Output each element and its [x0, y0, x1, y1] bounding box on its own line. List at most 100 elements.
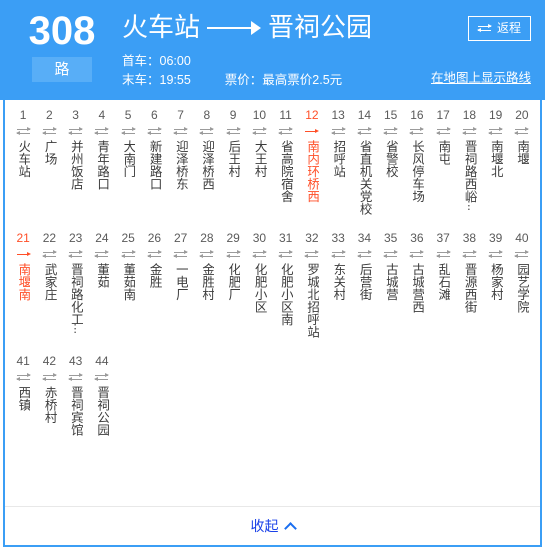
station-item[interactable]: 32 罗城北招呼站 [299, 229, 325, 338]
station-name-truncation-ellipsis: ⋮ [69, 322, 82, 335]
station-item[interactable]: 18 晋祠路西峪 ⋮ [456, 106, 482, 211]
bidirectional-arrow-icon [483, 124, 509, 138]
station-name: 新建路口 [147, 140, 162, 190]
bidirectional-arrow-icon [509, 124, 535, 138]
bidirectional-arrow-icon [273, 247, 299, 261]
station-item[interactable]: 35 古城营 [378, 229, 404, 301]
station-item[interactable]: 12 南内环桥西 [299, 106, 325, 203]
show-on-map-link[interactable]: 在地图上显示路线 [431, 70, 531, 86]
collapse-button[interactable]: 收起 [5, 506, 540, 545]
bidirectional-arrow-icon [63, 124, 89, 138]
station-item[interactable]: 37 乱石滩 [430, 229, 456, 301]
station-name: 晋祠宾馆 [68, 386, 83, 436]
station-item[interactable]: 21 南堰南 [10, 229, 36, 301]
station-item[interactable]: 40 园艺学院 [509, 229, 535, 313]
station-number: 11 [279, 108, 292, 122]
station-item[interactable]: 30 化肥小区 [246, 229, 272, 313]
return-trip-label: 返程 [496, 21, 521, 35]
station-name: 大王村 [252, 140, 267, 178]
station-item[interactable]: 27 一电厂 [168, 229, 194, 301]
station-number: 41 [16, 354, 30, 368]
station-item[interactable]: 13 招呼站 [325, 106, 351, 178]
first-bus-time: 首车：06:00 [122, 54, 191, 68]
station-item[interactable]: 25 董茹南 [115, 229, 141, 301]
station-item[interactable]: 19 南堰北 [483, 106, 509, 178]
station-item[interactable]: 14 省直机关党校 [351, 106, 377, 215]
station-item[interactable]: 4 青年路口 [89, 106, 115, 190]
station-name: 东关村 [331, 263, 346, 301]
station-name: 董茹 [95, 263, 110, 288]
station-item[interactable]: 26 金胜 [141, 229, 167, 288]
station-item[interactable]: 34 后营街 [351, 229, 377, 301]
long-right-arrow-icon [207, 20, 262, 35]
station-item[interactable]: 2 广场 [36, 106, 62, 165]
station-item[interactable]: 43 晋祠宾馆 [63, 352, 89, 436]
station-item[interactable]: 23 晋祠路化工 ⋮ [63, 229, 89, 335]
bidirectional-arrow-icon [194, 247, 220, 261]
station-number: 39 [488, 231, 503, 245]
station-item[interactable]: 5 大南门 [115, 106, 141, 178]
station-number: 21 [16, 231, 30, 245]
station-item[interactable]: 28 金胜村 [194, 229, 220, 301]
station-item[interactable]: 10 大王村 [246, 106, 272, 178]
bidirectional-arrow-icon [168, 247, 194, 261]
bidirectional-arrow-icon [378, 247, 404, 261]
station-name: 省警校 [383, 140, 398, 178]
bus-route-card: 308 路 火车站 晋祠公园 首车：06:00 末车：19:55 票价：最高票价 [0, 0, 545, 552]
station-item[interactable]: 17 南屯 [430, 106, 456, 165]
bidirectional-arrow-icon [141, 124, 167, 138]
station-number: 35 [383, 231, 398, 245]
route-number: 308 [28, 9, 96, 53]
station-item[interactable]: 29 化肥厂 [220, 229, 246, 301]
station-item[interactable]: 6 新建路口 [141, 106, 167, 190]
station-item[interactable]: 31 化肥小区南 [273, 229, 299, 326]
station-item[interactable]: 20 南堰 [509, 106, 535, 165]
station-item[interactable]: 8 迎泽桥西 [194, 106, 220, 190]
station-number: 26 [147, 231, 162, 245]
route-title: 火车站 晋祠公园 [122, 10, 372, 44]
route-origin: 火车站 [122, 12, 201, 42]
station-name: 晋祠路化工 [68, 263, 83, 326]
station-number: 38 [462, 231, 477, 245]
last-bus-time: 末车：19:55 [122, 73, 191, 87]
station-number: 10 [252, 108, 267, 122]
station-item[interactable]: 38 晋源西街 [456, 229, 482, 313]
station-item[interactable]: 41 西镇 [10, 352, 36, 411]
station-item[interactable]: 3 并州饭店 [63, 106, 89, 190]
station-number: 17 [436, 108, 450, 122]
station-item[interactable]: 42 赤桥村 [36, 352, 62, 424]
station-item[interactable]: 22 武家庄 [36, 229, 62, 301]
bidirectional-arrow-icon [430, 247, 456, 261]
station-number: 4 [98, 108, 106, 122]
station-item[interactable]: 36 古城营西 [404, 229, 430, 313]
station-number: 27 [173, 231, 188, 245]
station-item[interactable]: 7 迎泽桥东 [168, 106, 194, 190]
station-name: 大南门 [121, 140, 136, 178]
station-item[interactable]: 16 长风停车场 [404, 106, 430, 203]
bidirectional-arrow-icon [168, 124, 194, 138]
bidirectional-arrow-icon [483, 247, 509, 261]
bidirectional-arrow-icon [404, 124, 430, 138]
station-name: 省直机关党校 [357, 140, 372, 215]
chevron-up-icon [285, 521, 295, 531]
station-number: 37 [436, 231, 450, 245]
station-name: 武家庄 [42, 263, 57, 301]
return-trip-button[interactable]: 返程 [467, 16, 531, 41]
station-number: 9 [229, 108, 237, 122]
station-item[interactable]: 39 杨家村 [483, 229, 509, 301]
station-number: 5 [124, 108, 132, 122]
station-item[interactable]: 33 东关村 [325, 229, 351, 301]
station-item[interactable]: 15 省警校 [378, 106, 404, 178]
station-item[interactable]: 11 省高院宿舍 [273, 106, 299, 203]
station-name: 金胜村 [200, 263, 215, 301]
bidirectional-arrow-icon [10, 370, 36, 384]
station-number: 22 [42, 231, 57, 245]
station-item[interactable]: 44 晋祠公园 [89, 352, 115, 436]
station-item[interactable]: 24 董茹 [89, 229, 115, 288]
station-item[interactable]: 9 后王村 [220, 106, 246, 178]
station-name: 一电厂 [173, 263, 188, 301]
station-item[interactable]: 1 火车站 [10, 106, 36, 178]
bidirectional-arrow-icon [404, 247, 430, 261]
bidirectional-arrow-icon [89, 247, 115, 261]
station-name: 董茹南 [121, 263, 136, 301]
